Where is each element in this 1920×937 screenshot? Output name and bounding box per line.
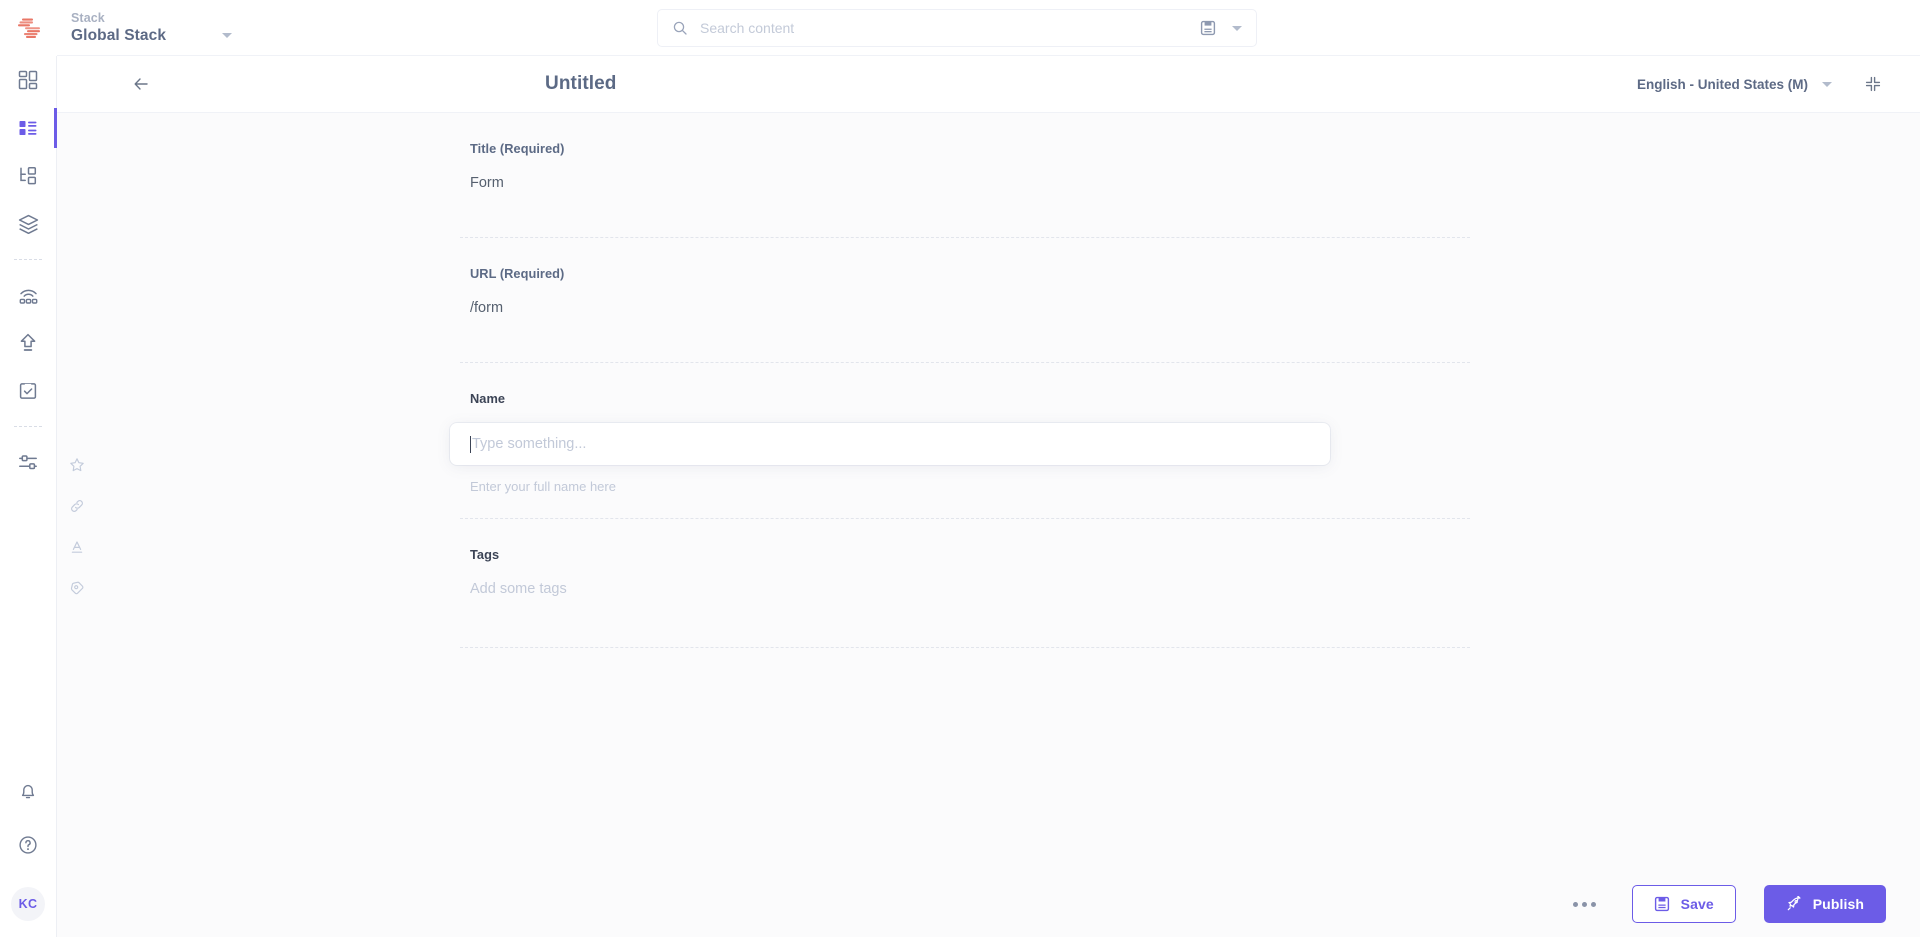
field-divider bbox=[460, 647, 1470, 648]
publish-upload-icon bbox=[20, 333, 36, 351]
arrow-left-icon bbox=[134, 78, 148, 90]
name-input-placeholder: Type something... bbox=[472, 436, 587, 452]
tags-input[interactable]: Add some tags bbox=[470, 579, 1470, 599]
broadcast-icon bbox=[19, 289, 37, 304]
sidebar-item-dashboard[interactable] bbox=[0, 56, 57, 104]
field-title: Title (Required) Form bbox=[460, 113, 1470, 238]
question-circle-icon bbox=[19, 836, 37, 854]
sidebar-item-live-preview[interactable] bbox=[0, 271, 57, 319]
save-button[interactable]: Save bbox=[1631, 885, 1736, 923]
chevron-down-icon bbox=[1822, 81, 1832, 87]
locale-selector-value: English - United States (M) bbox=[1636, 76, 1808, 92]
entry-header: Untitled English - United States (M) bbox=[57, 56, 1920, 113]
field-label: Name bbox=[470, 391, 506, 406]
sidebar-item-releases[interactable] bbox=[0, 367, 57, 415]
star-icon bbox=[70, 458, 84, 472]
field-label: Tags bbox=[470, 547, 500, 562]
stack-selector-value: Global Stack bbox=[71, 26, 167, 44]
stack-selector-label: Stack bbox=[71, 10, 105, 25]
ellipsis-icon bbox=[1572, 901, 1578, 907]
field-label: Title (Required) bbox=[470, 141, 565, 156]
sidebar-item-entries[interactable] bbox=[0, 104, 57, 152]
page-title: Untitled bbox=[545, 73, 617, 94]
chevron-down-icon[interactable] bbox=[1232, 25, 1242, 31]
field-name: Name Type something... Enter your full n… bbox=[450, 363, 1470, 519]
sidebar-item-help[interactable] bbox=[0, 821, 57, 869]
field-tags: Tags Add some tags bbox=[460, 519, 1470, 648]
content-type-tree-icon bbox=[20, 167, 37, 185]
stack-selector[interactable]: Stack Global Stack bbox=[71, 0, 233, 56]
field-help-text: Enter your full name here bbox=[470, 479, 616, 494]
save-button-label: Save bbox=[1680, 896, 1714, 912]
field-url: URL (Required) /form bbox=[460, 238, 1470, 363]
app-logo[interactable] bbox=[0, 0, 57, 56]
entries-list-icon bbox=[19, 121, 37, 135]
bell-icon bbox=[21, 784, 35, 799]
favorite-button[interactable] bbox=[63, 453, 91, 477]
name-input[interactable]: Type something... bbox=[450, 423, 1330, 465]
rocket-icon bbox=[1787, 896, 1801, 911]
entry-action-bar: Save Publish bbox=[57, 871, 1920, 937]
publish-button-label: Publish bbox=[1812, 896, 1864, 912]
field-value[interactable]: Form bbox=[470, 173, 1470, 193]
sidebar-item-notifications[interactable] bbox=[0, 767, 57, 815]
typography-button[interactable] bbox=[63, 535, 91, 559]
collapse-icon bbox=[1865, 76, 1881, 92]
save-view-icon[interactable] bbox=[1200, 20, 1216, 36]
topbar-divider bbox=[57, 55, 1920, 56]
field-label: URL (Required) bbox=[470, 266, 565, 281]
references-button[interactable] bbox=[63, 494, 91, 518]
back-button[interactable] bbox=[123, 66, 159, 102]
search-input[interactable] bbox=[700, 20, 1188, 36]
avatar[interactable]: KC bbox=[11, 887, 45, 921]
link-icon bbox=[71, 500, 83, 512]
left-navigation-rail: KC bbox=[0, 56, 57, 937]
text-format-icon bbox=[71, 541, 83, 553]
clipboard-check-icon bbox=[19, 383, 37, 399]
chevron-down-icon bbox=[222, 33, 233, 38]
taxonomy-button[interactable] bbox=[63, 576, 91, 600]
entry-form-canvas: Title (Required) Form URL (Required) /fo… bbox=[57, 113, 1920, 937]
dashboard-grid-icon bbox=[18, 70, 38, 90]
top-bar: Stack Global Stack bbox=[0, 0, 1920, 56]
collapse-button[interactable] bbox=[1860, 71, 1886, 97]
floppy-disk-icon bbox=[1654, 896, 1669, 912]
tag-icon bbox=[70, 581, 84, 595]
sliders-settings-icon bbox=[18, 454, 37, 469]
text-cursor bbox=[470, 435, 471, 453]
sidebar-item-content-types[interactable] bbox=[0, 152, 57, 200]
layers-stack-icon bbox=[18, 214, 38, 234]
locale-selector[interactable]: English - United States (M) bbox=[1637, 77, 1832, 92]
contentstack-logo-icon bbox=[17, 18, 40, 38]
sidebar-item-assets[interactable] bbox=[0, 200, 57, 248]
entry-side-toolbar bbox=[57, 113, 97, 937]
ellipsis-icon bbox=[1590, 901, 1596, 907]
sidebar-item-settings[interactable] bbox=[0, 438, 57, 486]
search-icon bbox=[673, 21, 687, 35]
search-bar[interactable] bbox=[657, 9, 1257, 47]
more-options-button[interactable] bbox=[1565, 894, 1604, 915]
rail-divider bbox=[14, 259, 42, 260]
rail-divider bbox=[14, 426, 42, 427]
publish-button[interactable]: Publish bbox=[1763, 885, 1886, 923]
entry-form: Title (Required) Form URL (Required) /fo… bbox=[450, 113, 1470, 648]
ellipsis-icon bbox=[1581, 901, 1587, 907]
field-value[interactable]: /form bbox=[470, 298, 1470, 318]
sidebar-item-publish-queue[interactable] bbox=[0, 319, 57, 367]
